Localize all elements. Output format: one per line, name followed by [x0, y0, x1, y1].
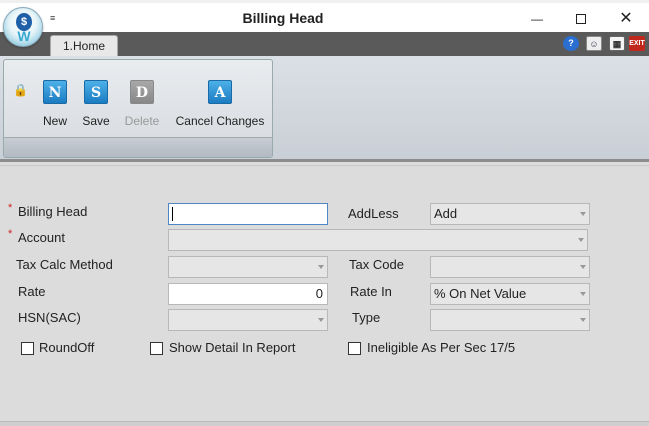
title-bar: ≡ Billing Head — ✕ [0, 0, 649, 32]
chevron-down-icon [318, 265, 324, 269]
text-caret [172, 207, 173, 221]
maximize-icon [576, 13, 586, 24]
roundoff-checkbox[interactable] [21, 342, 34, 355]
close-button[interactable]: ✕ [603, 6, 649, 32]
tax-code-label: Tax Code [349, 257, 404, 272]
application-menu-button[interactable]: $ W [3, 7, 43, 47]
delete-button[interactable]: D Delete [121, 80, 163, 128]
type-select[interactable] [430, 309, 590, 331]
save-button-label: Save [82, 114, 110, 128]
user-icon[interactable]: ☺ [586, 36, 602, 51]
account-select[interactable] [168, 229, 588, 251]
minimize-button[interactable]: — [514, 6, 560, 32]
cancel-changes-button-label: Cancel Changes [175, 114, 265, 128]
hsn-sac-label: HSN(SAC) [18, 310, 81, 325]
addless-select[interactable]: Add [430, 203, 590, 225]
cancel-changes-icon: A [208, 80, 232, 104]
cancel-changes-button[interactable]: A Cancel Changes [174, 80, 266, 128]
rate-value: 0 [315, 286, 323, 301]
addless-value: Add [434, 206, 458, 221]
tax-calc-method-select[interactable] [168, 256, 328, 278]
ribbon: 🔒 N New S Save D Delete A Cancel Changes [0, 56, 649, 162]
status-strip [0, 421, 649, 426]
hsn-sac-select[interactable] [168, 309, 328, 331]
tax-code-select[interactable] [430, 256, 590, 278]
type-label: Type [352, 310, 381, 325]
ineligible-sec-17-5-checkbox[interactable] [348, 342, 361, 355]
roundoff-label[interactable]: RoundOff [39, 340, 94, 355]
rate-in-select[interactable]: % On Net Value [430, 283, 590, 305]
rate-in-label: Rate In [350, 284, 392, 299]
lock-icon[interactable]: 🔒 [13, 83, 28, 97]
account-label: Account [18, 230, 65, 245]
delete-button-label: Delete [124, 114, 160, 128]
ribbon-group-footer [4, 137, 272, 157]
close-icon: ✕ [619, 10, 633, 27]
wing-logo-icon: W [17, 28, 31, 44]
chevron-down-icon [580, 265, 586, 269]
billing-head-form: * Billing Head AddLess Add * Account Tax… [0, 165, 649, 421]
billing-head-input[interactable] [168, 203, 328, 225]
help-icon[interactable]: ? [563, 36, 579, 51]
ribbon-tab-bar: 1.Home ? ☺ ▦ EXIT [0, 32, 649, 57]
ribbon-group: 🔒 N New S Save D Delete A Cancel Changes [3, 59, 273, 158]
rate-label: Rate [18, 284, 46, 299]
account-required-mark: * [8, 228, 13, 240]
new-button[interactable]: N New [38, 80, 72, 128]
rate-input[interactable]: 0 [168, 283, 328, 305]
tab-home[interactable]: 1.Home [50, 35, 118, 57]
chevron-down-icon [580, 318, 586, 322]
chevron-down-icon [580, 292, 586, 296]
show-detail-in-report-label[interactable]: Show Detail In Report [169, 340, 295, 355]
window-title: Billing Head [242, 10, 324, 26]
ineligible-sec-17-5-label[interactable]: Ineligible As Per Sec 17/5 [367, 340, 515, 355]
maximize-button[interactable] [558, 6, 604, 32]
save-icon: S [84, 80, 108, 104]
new-icon: N [43, 80, 67, 104]
chevron-down-icon [578, 238, 584, 242]
delete-icon: D [130, 80, 154, 104]
minimize-icon: — [531, 12, 543, 26]
chevron-down-icon [580, 212, 586, 216]
new-button-label: New [42, 114, 67, 128]
chevron-down-icon [318, 318, 324, 322]
billing-head-required-mark: * [8, 202, 13, 214]
save-button[interactable]: S Save [79, 80, 113, 128]
addless-label: AddLess [348, 206, 399, 221]
show-detail-in-report-checkbox[interactable] [150, 342, 163, 355]
tax-calc-method-label: Tax Calc Method [16, 257, 113, 272]
calculator-icon[interactable]: ▦ [609, 36, 625, 51]
billing-head-label: Billing Head [18, 204, 88, 219]
exit-icon[interactable]: EXIT [629, 36, 645, 51]
rate-in-value: % On Net Value [434, 286, 527, 301]
